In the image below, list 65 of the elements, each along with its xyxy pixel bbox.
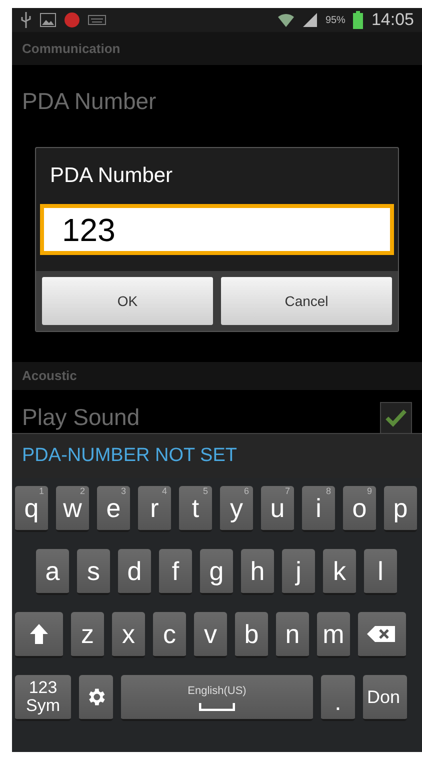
wifi-icon — [277, 12, 296, 28]
key-hint: 1 — [38, 487, 44, 496]
keyboard-key[interactable]: 1 q — [15, 486, 48, 532]
keyboard-key[interactable]: h — [241, 549, 274, 595]
key-hint: 7 — [284, 487, 290, 496]
input-field[interactable]: 123 — [40, 204, 394, 255]
record-icon — [64, 12, 80, 28]
keyboard-key[interactable]: j — [282, 549, 315, 595]
keyboard-key[interactable]: 6 y — [220, 486, 253, 532]
keyboard-key[interactable]: g — [200, 549, 233, 595]
key-hint: 6 — [244, 487, 249, 496]
backspace-icon — [366, 625, 396, 643]
battery-percent: 95% — [325, 14, 346, 28]
section-header: Acoustic — [12, 362, 422, 390]
space-key[interactable]: English(US) — [121, 675, 313, 721]
usb-icon — [20, 12, 32, 28]
keyboard-key[interactable]: 8 i — [302, 486, 335, 532]
image-icon — [40, 13, 56, 27]
keyboard-key[interactable]: 2 w — [56, 486, 89, 532]
keyboard-key[interactable]: 7 u — [261, 486, 294, 532]
keyboard-key[interactable]: l — [364, 549, 397, 595]
done-key[interactable]: Don — [363, 675, 407, 721]
key-hint: 5 — [202, 487, 208, 496]
setting-title: Play Sound — [22, 403, 140, 432]
key-hint: 3 — [120, 487, 126, 496]
shift-key[interactable] — [15, 612, 63, 658]
dialog-button[interactable]: OK — [42, 277, 213, 325]
keyboard-key[interactable]: 9 o — [343, 486, 376, 532]
arrow-up-icon — [29, 623, 49, 645]
key-hint: 2 — [80, 487, 85, 496]
key-hint: 8 — [326, 487, 331, 496]
period-key[interactable]: . — [321, 675, 355, 721]
keyboard-key[interactable]: p — [384, 486, 417, 532]
settings-key[interactable] — [79, 675, 113, 721]
section-header: Communication — [12, 32, 422, 65]
dialog-title: PDA Number — [49, 163, 174, 190]
keyboard-key[interactable]: z — [71, 612, 104, 658]
symbols-key[interactable]: 123 Sym — [15, 675, 71, 721]
keyboard-key[interactable]: s — [77, 549, 110, 595]
keyboard-key[interactable]: m — [317, 612, 350, 658]
checkbox[interactable] — [380, 402, 412, 434]
keyboard-key[interactable]: v — [194, 612, 227, 658]
keyboard-key[interactable]: b — [235, 612, 268, 658]
signal-icon — [303, 13, 318, 27]
keyboard-key[interactable]: 3 e — [97, 486, 130, 532]
setting-title: PDA Number — [22, 86, 156, 116]
keyboard-key[interactable]: f — [159, 549, 192, 595]
keyboard-key[interactable]: k — [323, 549, 356, 595]
keyboard-key[interactable]: n — [276, 612, 309, 658]
keyboard-icon — [88, 15, 106, 25]
keyboard-key[interactable]: c — [153, 612, 186, 658]
clock-time: 14:05 — [371, 9, 414, 32]
dialog-button[interactable]: Cancel — [221, 277, 392, 325]
keyboard-key[interactable]: a — [36, 549, 69, 595]
toast-message: PDA-NUMBER NOT SET — [22, 444, 238, 468]
battery-icon — [353, 11, 364, 29]
backspace-key[interactable] — [358, 612, 406, 658]
key-hint: 4 — [162, 487, 167, 496]
keyboard-key[interactable]: x — [112, 612, 145, 658]
space-bar-icon — [199, 703, 235, 712]
keyboard-key[interactable]: 5 t — [179, 486, 212, 532]
keyboard-key[interactable]: 4 r — [138, 486, 171, 532]
keyboard-key[interactable]: d — [118, 549, 151, 595]
key-hint: 9 — [366, 487, 372, 496]
checkmark-icon — [385, 408, 407, 426]
